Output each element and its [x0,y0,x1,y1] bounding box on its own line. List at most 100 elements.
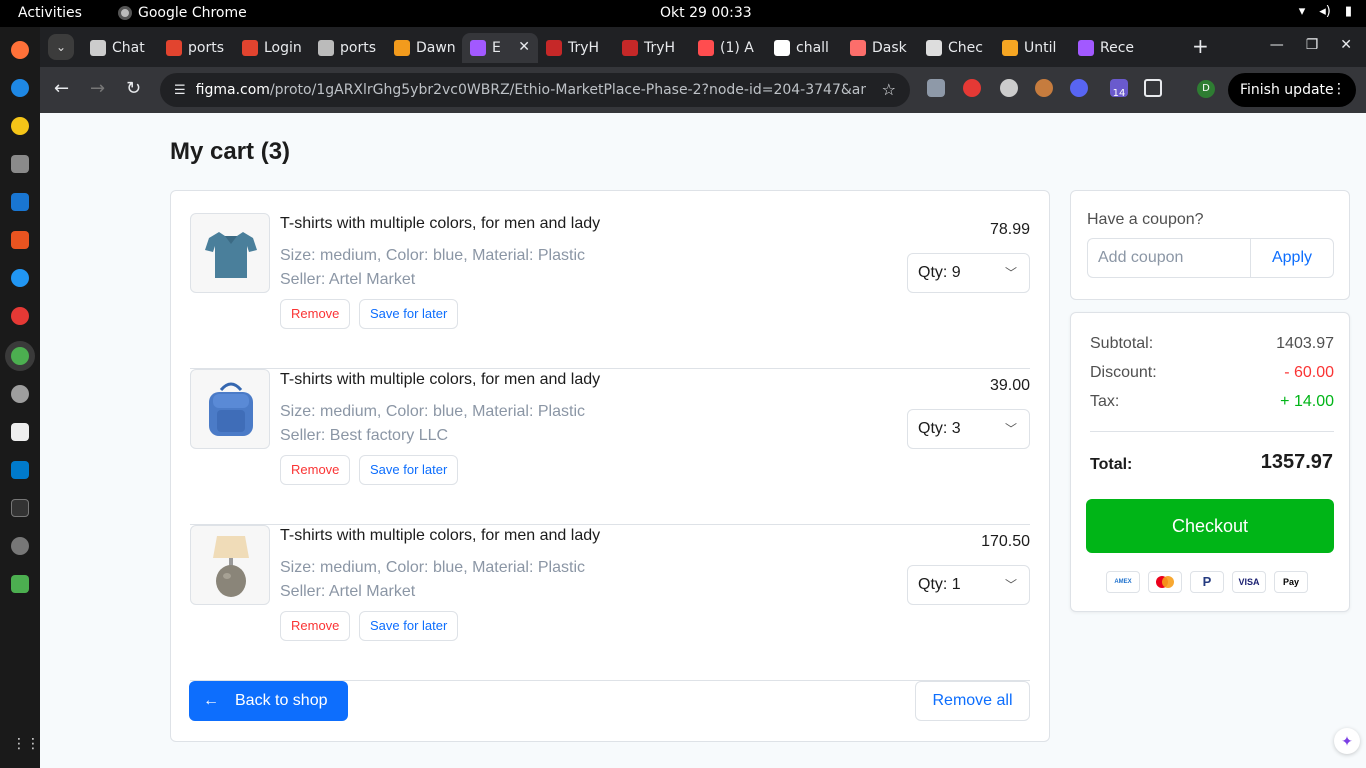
close-tab-icon[interactable]: ✕ [518,39,530,55]
tshirt-product-image[interactable] [190,213,270,293]
tab-label: Dask [872,40,907,56]
shield-extension-icon[interactable] [927,79,945,97]
active-app-menu[interactable]: Google Chrome [118,5,247,21]
item-price: 39.00 [989,377,1030,394]
browser-tab[interactable]: E ✕ [462,33,538,63]
browser-tab[interactable]: Dawn [386,33,462,63]
coupon-input[interactable]: Add coupon [1087,238,1251,278]
clock[interactable]: Okt 29 00:33 [660,5,752,21]
more-menu-icon[interactable]: ⋮ [1332,81,1346,97]
browser-tab[interactable]: Chec [918,33,994,63]
tab-search-button[interactable]: ⌄ [48,34,74,60]
new-tab-button[interactable]: + [1192,36,1209,56]
show-apps-icon[interactable]: ⋮⋮ [12,736,40,752]
files-icon[interactable] [11,155,29,173]
browser-tab[interactable]: Login [234,33,310,63]
document-viewer-icon[interactable] [11,423,29,441]
backpack-product-image[interactable] [190,369,270,449]
vscode-icon[interactable] [11,461,29,479]
item-title[interactable]: T-shirts with multiple colors, for men a… [280,215,600,233]
forward-arrow-icon[interactable]: → [90,79,105,99]
url-path: /proto/1gARXlrGhg5ybr2vc0WBRZ/Ethio-Mark… [269,82,866,98]
chrome-dock-icon[interactable] [11,347,29,365]
save-for-later-button[interactable]: Save for later [359,455,459,485]
settings-icon[interactable] [11,385,29,403]
discord-extension-icon[interactable] [1070,79,1088,97]
quantity-select[interactable]: Qty: 3 ﹀ [907,409,1030,449]
maximize-icon[interactable]: ❐ [1306,37,1319,53]
chart-icon [926,40,942,56]
order-summary: Subtotal: 1403.97 Discount: - 60.00 Tax:… [1070,312,1350,612]
subtotal-label: Subtotal: [1090,335,1154,352]
back-to-shop-label: Back to shop [235,692,328,709]
firefox-icon[interactable] [11,41,29,59]
badge-extension-icon[interactable]: 14 [1110,79,1128,99]
dock: ⋮⋮ [0,27,40,768]
save-for-later-button[interactable]: Save for later [359,611,459,641]
terminal-icon[interactable] [11,499,29,517]
item-title[interactable]: T-shirts with multiple colors, for men a… [280,527,600,545]
discount-row: Discount: - 60.00 [1090,364,1334,382]
browser-tab[interactable]: Chat [82,33,158,63]
browser-toolbar: ← → ↻ ☰ figma.com/proto/1gARXlrGhg5ybr2v… [40,67,1366,113]
quantity-select[interactable]: Qty: 1 ﹀ [907,565,1030,605]
rhythmbox-icon[interactable] [11,117,29,135]
remove-button[interactable]: Remove [280,299,351,329]
item-attributes: Size: medium, Color: blue, Material: Pla… [280,247,585,264]
total-label: Total: [1090,456,1133,473]
profile-avatar[interactable]: D [1197,80,1215,98]
remove-button[interactable]: Remove [280,611,351,641]
back-arrow-icon[interactable]: ← [54,79,69,99]
cart-item: T-shirts with multiple colors, for men a… [190,213,1030,369]
browser-tab[interactable]: TryH [614,33,690,63]
quantity-select[interactable]: Qty: 9 ﹀ [907,253,1030,293]
activities-button[interactable]: Activities [18,5,82,21]
minimize-icon[interactable]: — [1270,37,1284,53]
apply-coupon-button[interactable]: Apply [1250,238,1334,278]
app-center-icon[interactable] [11,231,29,249]
tiktok-icon [698,40,714,56]
site-info-icon[interactable]: ☰ [174,83,186,98]
remove-all-button[interactable]: Remove all [915,681,1030,721]
discount-value: - 60.00 [1284,364,1334,381]
address-bar[interactable]: ☰ figma.com/proto/1gARXlrGhg5ybr2vc0WBRZ… [160,73,910,107]
finish-update-button[interactable]: Finish update ⋮ [1228,73,1356,107]
checkout-button[interactable]: Checkout [1086,499,1334,553]
arrow-left-icon: ← [203,692,219,709]
cookie-extension-icon[interactable] [1035,79,1053,97]
remove-button[interactable]: Remove [280,455,351,485]
trash-icon[interactable] [11,575,29,593]
paw-extension-icon[interactable] [1000,79,1018,97]
browser-tab[interactable]: chall [766,33,842,63]
url-text[interactable]: figma.com/proto/1gARXlrGhg5ybr2vc0WBRZ/E… [196,82,866,98]
browser-tab[interactable]: TryH [538,33,614,63]
tab-label: TryH [568,40,600,56]
extensions-puzzle-icon[interactable] [1144,79,1162,97]
bookmark-star-icon[interactable]: ☆ [882,80,896,99]
apple-pay-icon: Pay [1274,571,1308,593]
browser-tab[interactable]: ports [158,33,234,63]
save-for-later-button[interactable]: Save for later [359,299,459,329]
writer-icon[interactable] [11,193,29,211]
hand-extension-icon[interactable] [963,79,981,97]
disks-icon[interactable] [11,537,29,555]
anydesk-icon[interactable] [11,307,29,325]
help-icon[interactable] [11,269,29,287]
item-title[interactable]: T-shirts with multiple colors, for men a… [280,371,600,389]
back-to-shop-button[interactable]: ← Back to shop [189,681,348,721]
tab-label: Chec [948,40,983,56]
browser-tab[interactable]: Until [994,33,1070,63]
browser-tab[interactable]: Dask [842,33,918,63]
thunderbird-icon[interactable] [11,79,29,97]
assistant-bubble-icon[interactable]: ✦ [1334,728,1360,754]
system-tray[interactable]: ▾ ◂) ▮ [1299,4,1352,19]
browser-tab[interactable]: (1) A [690,33,766,63]
reload-icon[interactable]: ↻ [126,79,141,99]
tab-label: (1) A [720,40,754,56]
browser-tab[interactable]: ports [310,33,386,63]
browser-tab[interactable]: Rece [1070,33,1146,63]
lamp-product-image[interactable] [190,525,270,605]
extension-badge-count: 14 [1112,88,1126,99]
close-window-icon[interactable]: ✕ [1340,37,1352,53]
item-seller: Seller: Artel Market [280,583,416,600]
